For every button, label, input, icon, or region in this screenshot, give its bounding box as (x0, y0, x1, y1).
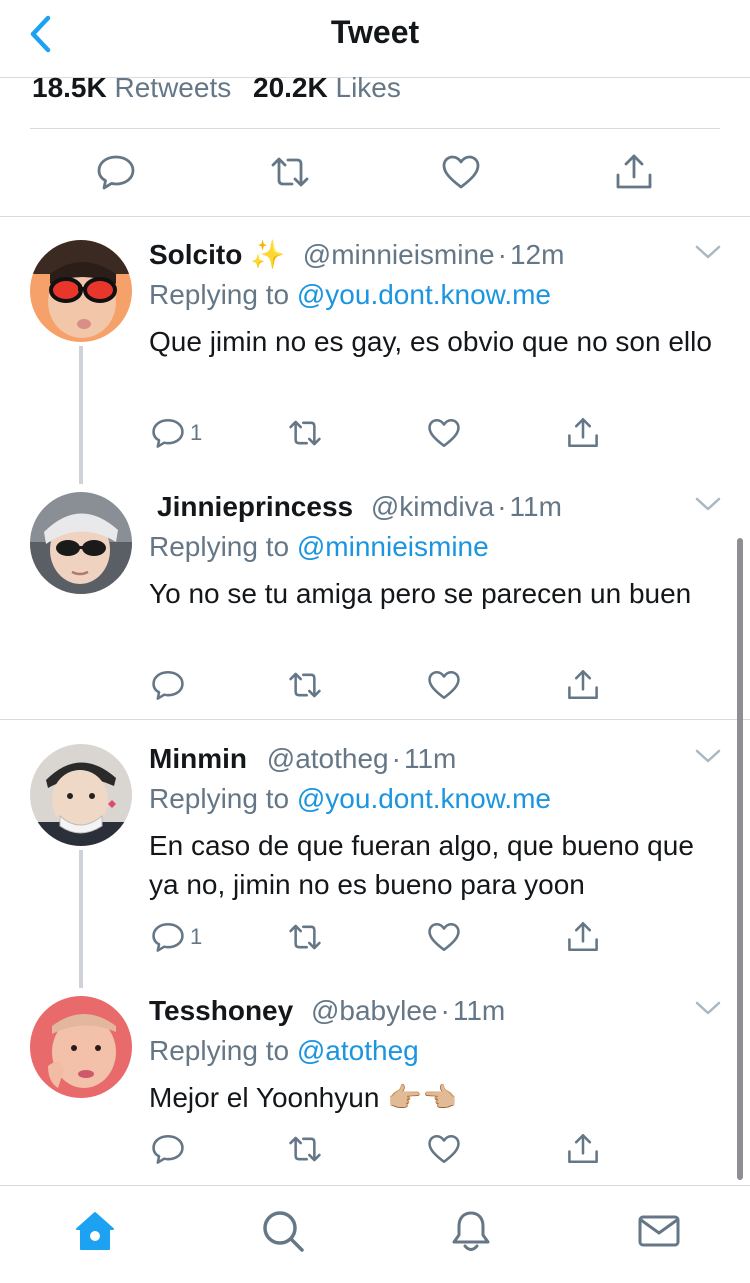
avatar[interactable] (30, 492, 132, 594)
mention-link[interactable]: @you.dont.know.me (297, 783, 551, 814)
replying-to: Replying to @atotheg (149, 1034, 419, 1068)
notifications-bell-icon[interactable] (448, 1208, 494, 1254)
share-icon[interactable] (614, 152, 654, 192)
display-name[interactable]: Jinnieprincess (157, 491, 353, 522)
replying-to-label: Replying to (149, 1035, 290, 1066)
divider (30, 128, 720, 129)
like-icon[interactable] (441, 152, 481, 192)
retweets-label[interactable]: Retweets (115, 72, 232, 103)
share-icon[interactable] (566, 1132, 600, 1166)
tweet-stats: 18.5K Retweets 20.2K Likes (32, 72, 401, 104)
divider (0, 216, 750, 217)
replying-to-label: Replying to (149, 279, 290, 310)
bottom-tab-bar (0, 1185, 750, 1283)
replying-to: Replying to @you.dont.know.me (149, 278, 551, 312)
divider (0, 719, 750, 720)
timestamp: 12m (509, 239, 565, 270)
timestamp: 11m (452, 995, 506, 1026)
display-name[interactable]: Minmin (149, 743, 247, 774)
display-name[interactable]: Solcito (149, 239, 242, 270)
user-handle[interactable]: @babylee (311, 995, 438, 1026)
reply-count: 1 (190, 420, 203, 445)
share-icon[interactable] (566, 668, 600, 702)
user-handle[interactable]: @kimdiva (371, 491, 494, 522)
chevron-down-icon[interactable] (694, 494, 722, 514)
top-nav-bar: Tweet (0, 0, 750, 78)
avatar[interactable] (30, 996, 132, 1098)
retweet-icon[interactable] (288, 1132, 322, 1166)
like-icon[interactable] (427, 668, 461, 702)
retweet-icon[interactable] (288, 416, 322, 450)
reply-icon[interactable] (151, 668, 185, 702)
timestamp: 11m (509, 491, 562, 522)
avatar[interactable] (30, 240, 132, 342)
tweet-actions (0, 1132, 750, 1172)
separator-dot: · (391, 743, 401, 774)
mention-link[interactable]: @atotheg (297, 1035, 419, 1066)
share-icon[interactable] (566, 920, 600, 954)
separator-dot: · (497, 491, 507, 522)
likes-label[interactable]: Likes (336, 72, 401, 103)
mention-link[interactable]: @you.dont.know.me (297, 279, 551, 310)
messages-mail-icon[interactable] (636, 1208, 682, 1254)
replying-to: Replying to @you.dont.know.me (149, 782, 551, 816)
avatar[interactable] (30, 744, 132, 846)
reply-icon[interactable] (151, 1132, 185, 1166)
tweet-header: Minmin @atotheg · 11m (149, 742, 456, 776)
retweet-icon[interactable] (288, 920, 322, 954)
mention-link[interactable]: @minnieismine (297, 531, 489, 562)
chevron-down-icon[interactable] (694, 746, 722, 766)
home-icon[interactable] (72, 1208, 118, 1254)
like-icon[interactable] (427, 1132, 461, 1166)
reply-icon[interactable] (151, 416, 185, 450)
tweet-text: Que jimin no es gay, es obvio que no son… (149, 326, 712, 357)
retweet-icon[interactable] (270, 152, 310, 192)
like-icon[interactable] (427, 920, 461, 954)
reply-icon[interactable] (151, 920, 185, 954)
main-tweet-actions (0, 130, 750, 216)
tweet-actions: 1 (0, 416, 750, 456)
retweet-icon[interactable] (288, 668, 322, 702)
tweet-text: Yo no se tu amiga pero se parecen un bue… (149, 578, 692, 609)
scrollbar[interactable] (737, 538, 743, 1180)
timestamp: 11m (403, 743, 457, 774)
tweet-actions: 1 (0, 920, 750, 960)
tweet-text: Mejor el Yoonhyun 👉🏼👈🏼 (149, 1082, 457, 1113)
share-icon[interactable] (566, 416, 600, 450)
like-icon[interactable] (427, 416, 461, 450)
search-icon[interactable] (260, 1208, 306, 1254)
user-handle[interactable]: @atotheg (267, 743, 389, 774)
thread-connector (79, 850, 83, 988)
separator-dot: · (497, 239, 507, 270)
user-handle[interactable]: @minnieismine (303, 239, 495, 270)
page-title: Tweet (330, 14, 420, 50)
tweet-header: Tesshoney @babylee · 11m (149, 994, 505, 1028)
thread-connector (79, 346, 83, 484)
chevron-down-icon[interactable] (694, 998, 722, 1018)
retweets-count: 18.5K (32, 72, 107, 103)
display-name[interactable]: Tesshoney (149, 995, 293, 1026)
tweet-actions (0, 668, 750, 708)
sparkles-emoji: ✨ (250, 239, 285, 270)
tweet-header: Jinnieprincess @kimdiva · 11m (149, 490, 562, 524)
reply-icon[interactable] (96, 152, 136, 192)
replying-to-label: Replying to (149, 531, 290, 562)
replying-to: Replying to @minnieismine (149, 530, 489, 564)
likes-count: 20.2K (253, 72, 328, 103)
tweet-header: Solcito ✨ @minnieismine · 12m (149, 238, 564, 272)
replying-to-label: Replying to (149, 783, 290, 814)
separator-dot: · (440, 995, 450, 1026)
chevron-down-icon[interactable] (694, 242, 722, 262)
tweet-text: En caso de que fueran algo, que bueno qu… (149, 830, 694, 900)
reply-count: 1 (190, 924, 203, 949)
